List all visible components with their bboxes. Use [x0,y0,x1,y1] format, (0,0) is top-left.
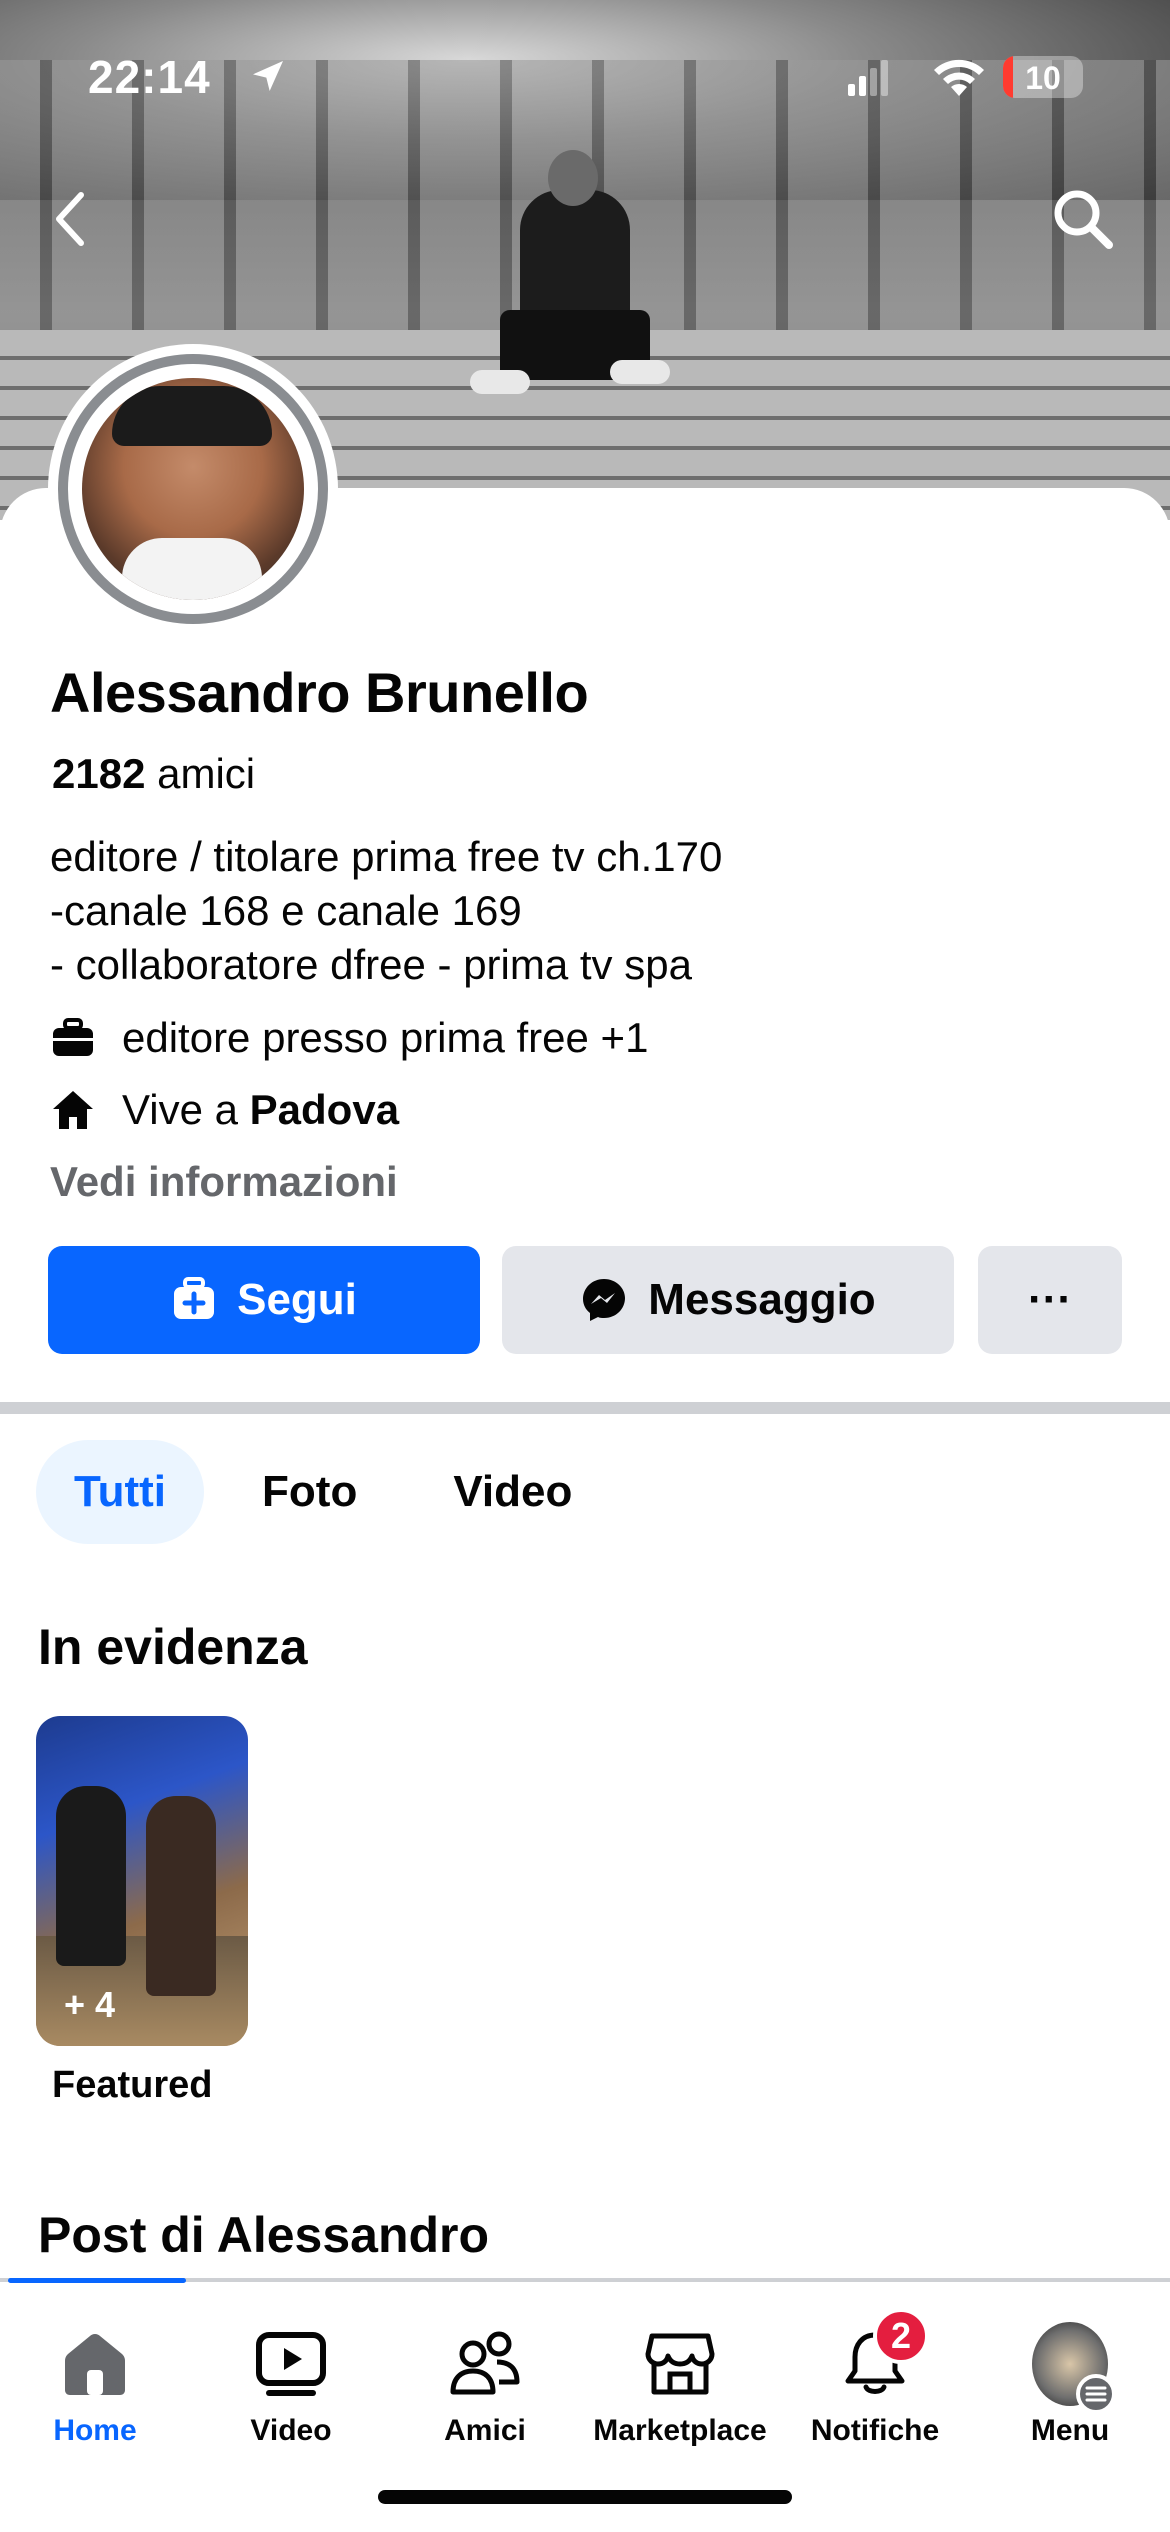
see-info-link[interactable]: Vedi informazioni [50,1158,398,1206]
bio-line: editore / titolare prima free tv ch.170 [50,833,723,880]
featured-title: In evidenza [38,1619,308,1675]
section-divider [0,1402,1170,1414]
follow-label: Segui [237,1275,357,1324]
video-icon [253,2326,329,2402]
messenger-icon [580,1276,628,1324]
active-tab-indicator [8,2278,186,2283]
tabbar-marketplace[interactable]: Marketplace [585,2326,775,2448]
friends-count[interactable]: 2182 amici [52,750,255,798]
more-options-button[interactable]: ··· [978,1246,1122,1354]
home-icon [57,2326,133,2402]
cover-person [470,150,670,400]
tab-photos[interactable]: Foto [224,1440,395,1544]
work-text: editore presso prima free +1 [122,1014,649,1061]
message-label: Messaggio [648,1275,876,1324]
tabbar-menu[interactable]: Menu [975,2322,1165,2448]
friends-number: 2182 [52,750,146,797]
bio-line: -canale 168 e canale 169 [50,887,522,934]
marketplace-icon [642,2326,718,2402]
work-info[interactable]: editore presso prima free +1 [50,1014,648,1062]
tabbar-friends[interactable]: Amici [390,2326,580,2448]
wifi-icon [934,59,984,96]
chevron-left-icon [56,192,84,246]
status-bar: 22:14 10 [0,0,1170,150]
follow-button[interactable]: Segui [48,1246,480,1354]
profile-bio: editore / titolare prima free tv ch.170 … [50,830,1130,992]
tabbar-notifications[interactable]: 2 Notifiche [780,2308,970,2448]
menu-avatar-icon [1032,2322,1116,2414]
lives-prefix: Vive a [122,1086,238,1133]
tabbar-label: Menu [1030,2414,1110,2447]
hamburger-icon [1076,2374,1116,2414]
tabbar-label: Notifiche [810,2414,940,2447]
lives-city[interactable]: Padova [250,1086,399,1134]
tabbar-label: Video [250,2414,332,2447]
battery-icon: 10 [1003,56,1083,98]
tabbar-label: Home [53,2414,137,2447]
back-button[interactable] [36,184,106,254]
tabbar-video[interactable]: Video [196,2326,386,2448]
more-options-icon: ··· [1028,1275,1072,1324]
bio-line: - collaboratore dfree - prima tv spa [50,941,692,988]
search-icon [1054,190,1113,249]
home-indicator [378,2490,792,2504]
notification-badge: 2 [873,2308,929,2364]
tab-videos[interactable]: Video [415,1440,610,1544]
tab-all[interactable]: Tutti [36,1440,205,1544]
cellular-signal-icon [848,60,888,96]
bell-icon: 2 [837,2308,929,2402]
search-button[interactable] [1048,184,1118,254]
featured-count: + 4 [64,1984,116,2025]
avatar-photo [82,378,304,600]
follow-icon [171,1277,217,1323]
battery-level: 10 [1025,60,1061,96]
profile-tabs: Tutti Foto Video [36,1440,610,1544]
briefcase-icon [50,1015,96,1061]
friends-label: amici [157,750,256,797]
lives-info: Vive a Padova [50,1086,399,1134]
featured-label: Featured [52,2064,213,2106]
tabbar-label: Amici [444,2414,526,2447]
friends-icon [447,2326,523,2402]
posts-title: Post di Alessandro [38,2207,490,2263]
home-icon [50,1087,96,1133]
featured-collection[interactable]: + 4 [36,1716,248,2046]
message-button[interactable]: Messaggio [502,1246,954,1354]
profile-avatar[interactable] [48,344,338,634]
location-arrow-icon [253,61,283,91]
tabbar-label: Marketplace [593,2414,767,2447]
profile-name: Alessandro Brunello [50,661,589,724]
tabbar-home[interactable]: Home [0,2326,190,2448]
status-time: 22:14 [88,51,211,103]
avatar-ring [58,354,328,624]
